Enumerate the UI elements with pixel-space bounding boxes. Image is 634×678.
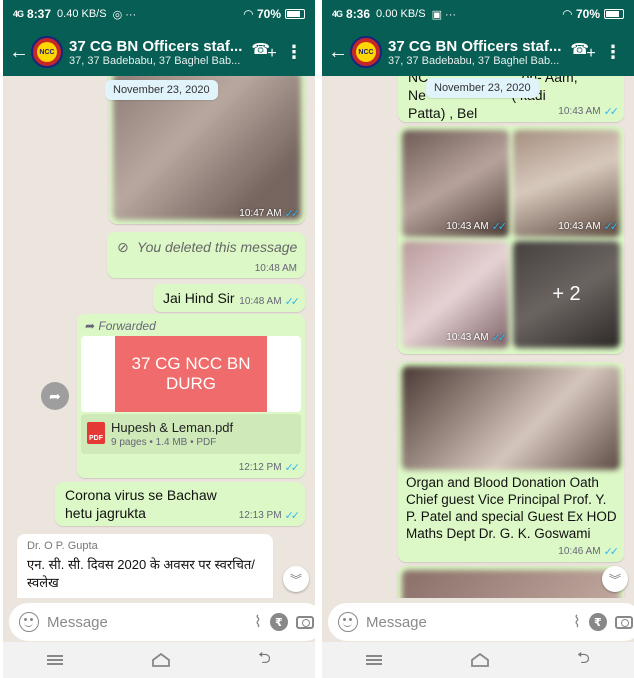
read-ticks-icon: ✓✓	[491, 221, 508, 233]
date-chip: November 23, 2020	[426, 78, 539, 98]
text-message[interactable]: Jai Hind Sir 10:48 AM ✓✓	[153, 284, 305, 312]
compose-bar: ⌇ ₹	[328, 602, 634, 642]
image-caption-message[interactable]: Organ and Blood Donation Oath Chief gues…	[398, 362, 624, 562]
message-input-box[interactable]: ⌇ ₹	[9, 603, 315, 641]
left-screenshot: 4G 8:37 0.40 KB/S ◎ ··· ◠ 70% ← NCC 37 C…	[3, 0, 315, 678]
system-nav-bar: ⮌	[322, 642, 634, 678]
signal-icon: 4G	[13, 9, 24, 19]
battery-percent: 70%	[256, 7, 281, 21]
back-arrow-icon[interactable]: ←	[9, 41, 29, 64]
signal-icon: 4G	[332, 9, 343, 19]
message-input[interactable]	[366, 613, 565, 631]
message-input[interactable]	[47, 613, 246, 631]
add-call-icon[interactable]: +	[249, 40, 279, 63]
emoji-icon[interactable]	[338, 612, 358, 632]
deleted-message[interactable]: ⊘ You deleted this message 10:48 AM	[107, 232, 305, 278]
nav-menu-icon[interactable]	[366, 655, 383, 665]
status-time: 8:37	[27, 7, 52, 21]
status-bar: 4G 8:37 0.40 KB/S ◎ ··· ◠ 70%	[3, 0, 315, 28]
forward-icon[interactable]: ➦	[41, 382, 69, 410]
pdf-icon: PDF	[87, 422, 105, 444]
battery-icon	[285, 9, 305, 19]
chat-title: 37 CG BN Officers staf...	[69, 37, 243, 55]
chat-area[interactable]: 10:47 AM ✓✓ November 23, 2020 ⊘ You delet…	[3, 76, 315, 598]
compose-bar: ⌇ ₹	[9, 602, 315, 642]
more-options-icon[interactable]: ⋮	[598, 43, 628, 61]
chat-title: 37 CG BN Officers staf...	[388, 37, 562, 55]
battery-icon	[604, 9, 624, 19]
read-ticks-icon: ✓✓	[284, 208, 301, 220]
chevron-down-icon[interactable]: ︾	[602, 566, 628, 592]
chat-title-block[interactable]: 37 CG BN Officers staf... 37, 37 Badebab…	[388, 38, 568, 67]
read-ticks-icon: ✓✓	[603, 546, 620, 558]
chat-title-block[interactable]: 37 CG BN Officers staf... 37, 37 Badebab…	[69, 38, 249, 67]
rupee-icon[interactable]: ₹	[588, 613, 607, 631]
attach-icon[interactable]: ⌇	[254, 612, 262, 632]
network-speed: 0.00 KB/S	[376, 8, 426, 20]
add-call-icon[interactable]: +	[568, 40, 598, 63]
chat-members: 37, 37 Badebabu, 37 Baghel Bab...	[388, 54, 560, 67]
read-ticks-icon: ✓✓	[491, 332, 508, 344]
wifi-icon: ◠	[243, 7, 253, 21]
status-bar: 4G 8:36 0.00 KB/S ▣ ··· ◠ 70%	[322, 0, 634, 28]
message-input-box[interactable]: ⌇ ₹	[328, 603, 634, 641]
blocked-icon: ⊘	[117, 239, 129, 255]
nav-home-icon[interactable]	[470, 653, 489, 667]
battery-percent: 70%	[575, 7, 600, 21]
forwarded-pdf-message[interactable]: ➦ Forwarded 37 CG NCC BN DURG PDF Hupesh…	[77, 314, 305, 478]
right-screenshot: 4G 8:36 0.00 KB/S ▣ ··· ◠ 70% ← NCC 37 C…	[322, 0, 634, 678]
chat-members: 37, 37 Badebabu, 37 Baghel Bab...	[69, 54, 241, 67]
chat-area[interactable]: NC on- Aam, Ne ( kadi Patta) , Bel 10:43…	[322, 76, 634, 598]
read-ticks-icon: ✓✓	[603, 106, 620, 118]
more-photos-count[interactable]: + 2	[513, 241, 620, 348]
read-ticks-icon: ✓✓	[603, 221, 620, 233]
nav-menu-icon[interactable]	[47, 655, 64, 665]
pdf-preview[interactable]: 37 CG NCC BN DURG	[81, 336, 301, 412]
emoji-icon[interactable]	[19, 612, 39, 632]
nav-back-icon[interactable]: ⮌	[258, 647, 271, 674]
whatsapp-status-icon: ◎ ···	[112, 8, 137, 21]
wifi-icon: ◠	[562, 7, 572, 21]
camera-icon[interactable]	[614, 615, 633, 629]
back-arrow-icon[interactable]: ←	[328, 41, 348, 64]
read-ticks-icon: ✓✓	[284, 462, 301, 474]
sender-name: Dr. O P. Gupta	[27, 540, 98, 552]
image-album-message[interactable]: 10:43 AM ✓✓ 10:43 AM ✓✓ 10:43 AM ✓✓ + 2	[398, 126, 624, 354]
pdf-attachment[interactable]: PDF Hupesh & Leman.pdf 9 pages • 1.4 MB …	[81, 414, 301, 454]
camera-icon[interactable]	[295, 615, 314, 629]
image-message[interactable]	[398, 566, 624, 598]
network-speed: 0.40 KB/S	[57, 8, 107, 20]
message-notification-icon: ▣ ···	[431, 8, 457, 21]
blurred-photo[interactable]	[402, 570, 620, 598]
chat-header: ← NCC 37 CG BN Officers staf... 37, 37 B…	[322, 28, 634, 76]
blurred-photo[interactable]	[402, 366, 620, 470]
nav-back-icon[interactable]: ⮌	[577, 647, 590, 674]
date-chip: November 23, 2020	[105, 80, 218, 100]
incoming-message[interactable]: Dr. O P. Gupta एन. सी. सी. दिवस 2020 के …	[17, 534, 273, 598]
group-avatar[interactable]: NCC	[350, 36, 382, 68]
chat-header: ← NCC 37 CG BN Officers staf... 37, 37 B…	[3, 28, 315, 76]
read-ticks-icon: ✓✓	[284, 510, 301, 522]
rupee-icon[interactable]: ₹	[269, 613, 288, 631]
chevron-down-icon[interactable]: ︾	[283, 566, 309, 592]
read-ticks-icon: ✓✓	[284, 296, 301, 308]
system-nav-bar: ⮌	[3, 642, 315, 678]
nav-home-icon[interactable]	[151, 653, 170, 667]
attach-icon[interactable]: ⌇	[573, 612, 581, 632]
status-time: 8:36	[346, 7, 371, 21]
forwarded-label: ➦ Forwarded	[85, 319, 156, 333]
more-options-icon[interactable]: ⋮	[279, 43, 309, 61]
text-message[interactable]: Corona virus se Bachaw hetu jagrukta 12:…	[55, 482, 305, 526]
group-avatar[interactable]: NCC	[31, 36, 63, 68]
